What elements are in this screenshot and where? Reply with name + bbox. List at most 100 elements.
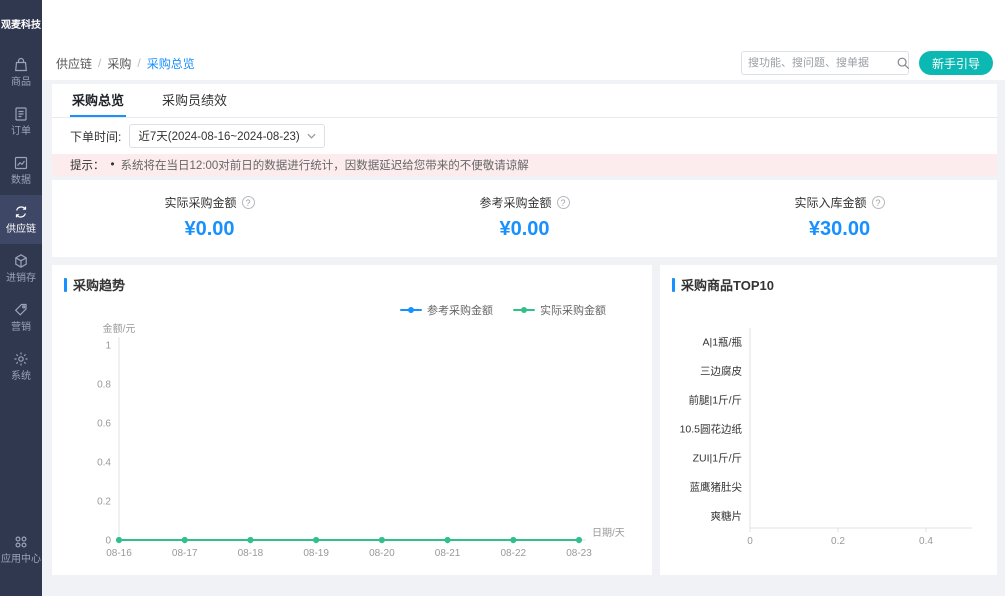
svg-text:0.4: 0.4	[97, 458, 111, 469]
sidebar-item-inventory[interactable]: 进销存	[0, 244, 42, 293]
title-accent-bar	[672, 278, 675, 292]
top10-panel: 采购商品TOP10 A|1瓶/瓶三边腐皮前腿|1斤/斤 10.5圆花边纸 ZUI|1…	[660, 265, 997, 575]
help-icon[interactable]: ?	[872, 196, 885, 209]
data-icon	[12, 154, 30, 172]
sidebar-item-label: 数据	[11, 175, 31, 186]
sidebar-item-system[interactable]: 系统	[0, 342, 42, 391]
orders-icon	[12, 105, 30, 123]
legend-marker-icon	[400, 306, 422, 314]
stat-actual-inbound: 实际入库金额? ¥30.00	[682, 194, 997, 241]
svg-text:0.4: 0.4	[919, 536, 933, 547]
sidebar-item-label: 系统	[11, 371, 31, 382]
top10-bar-chart: A|1瓶/瓶三边腐皮前腿|1斤/斤 10.5圆花边纸 ZUI|1斤/斤蓝鹰猪肚尖爽糖…	[672, 302, 985, 550]
stat-reference-purchase: 参考采购金额? ¥0.00	[367, 194, 682, 241]
svg-text:0.8: 0.8	[97, 380, 111, 391]
sidebar-item-label: 进销存	[6, 273, 36, 284]
svg-text:08-21: 08-21	[435, 548, 461, 559]
svg-text:0: 0	[747, 536, 753, 547]
help-icon[interactable]: ?	[557, 196, 570, 209]
stat-value: ¥30.00	[682, 218, 997, 241]
svg-text:日期/天: 日期/天	[592, 527, 625, 539]
sidebar-item-supply-chain[interactable]: 供应链	[0, 195, 42, 244]
panel-title-top10: 采购商品TOP10	[672, 275, 985, 294]
sidebar-item-label: 商品	[11, 77, 31, 88]
system-icon	[12, 350, 30, 368]
svg-text:前腿|1斤/斤: 前腿|1斤/斤	[689, 394, 742, 407]
app-center-icon	[12, 533, 30, 551]
purchase-trend-chart: 金额/元00.20.40.60.8108-1608-1708-1808-1908…	[64, 322, 640, 570]
stat-label: 参考采购金额	[479, 194, 551, 211]
search-input[interactable]	[742, 57, 896, 69]
svg-text:A|1瓶/瓶: A|1瓶/瓶	[703, 336, 743, 349]
stat-value: ¥0.00	[52, 218, 367, 241]
breadcrumb-separator: /	[98, 56, 101, 70]
sidebar-item-label: 营销	[11, 322, 31, 333]
svg-text:金额/元: 金额/元	[103, 322, 136, 335]
stats-row: 实际采购金额? ¥0.00 参考采购金额? ¥0.00 实际入库金额? ¥30.…	[52, 180, 997, 257]
tab-purchase-overview[interactable]: 采购总览	[70, 84, 126, 117]
svg-text:0: 0	[105, 536, 111, 547]
sidebar-item-label: 订单	[11, 126, 31, 137]
svg-text:08-23: 08-23	[566, 548, 592, 559]
svg-text:蓝鹰猪肚尖: 蓝鹰猪肚尖	[690, 481, 743, 494]
app-logo: 观麦科技	[1, 20, 41, 32]
svg-text:0.2: 0.2	[97, 497, 111, 508]
tab-buyer-performance[interactable]: 采购员绩效	[160, 84, 229, 117]
svg-text:三边腐皮: 三边腐皮	[700, 365, 742, 378]
purchase-trend-panel: 采购趋势 参考采购金额 实际采购金额 金额/元 0 0.2 0.4 0.6 0.8 1 08-…	[52, 265, 652, 575]
breadcrumb-current: 采购总览	[147, 55, 195, 72]
sidebar-item-app-center[interactable]: 应用中心	[0, 525, 42, 574]
chart-legend: 参考采购金额 实际采购金额	[64, 302, 606, 318]
stat-actual-purchase: 实际采购金额? ¥0.00	[52, 194, 367, 241]
breadcrumb-separator: /	[137, 56, 140, 70]
sidebar-item-marketing[interactable]: 营销	[0, 293, 42, 342]
search-box	[741, 51, 909, 75]
svg-text:10.5圆花边纸: 10.5圆花边纸	[680, 423, 743, 436]
svg-text:爽糖片: 爽糖片	[711, 510, 743, 523]
notice-label: 提示：	[70, 157, 105, 173]
svg-text:08-22: 08-22	[500, 548, 526, 559]
order-time-select[interactable]: 近7天(2024-08-16~2024-08-23)	[129, 124, 324, 148]
topbar: 供应链 / 采购 / 采购总览 新手引导	[42, 46, 1005, 80]
breadcrumb-supply-chain[interactable]: 供应链	[56, 55, 92, 72]
inventory-icon	[12, 252, 30, 270]
supply-chain-icon	[12, 203, 30, 221]
sidebar-item-label: 供应链	[6, 224, 36, 235]
sidebar-item-goods[interactable]: 商品	[0, 48, 42, 97]
marketing-icon	[12, 301, 30, 319]
svg-text:0.2: 0.2	[831, 536, 845, 547]
legend-item-actual[interactable]: 实际采购金额	[513, 302, 606, 318]
svg-text:08-16: 08-16	[106, 548, 132, 559]
content-area: 采购总览 采购员绩效 下单时间: 近7天(2024-08-16~2024-08-…	[42, 80, 1005, 596]
sidebar: 观麦科技 商品 订单 数据 供应链 进销存	[0, 0, 42, 596]
breadcrumb-purchase[interactable]: 采购	[107, 55, 131, 72]
legend-label: 参考采购金额	[427, 302, 493, 318]
svg-text:0.6: 0.6	[97, 419, 111, 430]
search-icon[interactable]	[896, 56, 910, 70]
chevron-down-icon	[307, 133, 316, 139]
svg-text:ZUI|1斤/斤: ZUI|1斤/斤	[693, 453, 742, 465]
notice-banner: 提示： • 系统将在当日12:00对前日的数据进行统计，因数据延迟给您带来的不便…	[52, 154, 997, 176]
guide-button[interactable]: 新手引导	[919, 51, 993, 75]
top-whitespace	[42, 0, 1005, 46]
app-window: 观麦科技 商品 订单 数据 供应链 进销存	[0, 0, 1005, 596]
title-accent-bar	[64, 278, 67, 292]
legend-item-reference[interactable]: 参考采购金额	[400, 302, 493, 318]
legend-marker-icon	[513, 306, 535, 314]
notice-text: 系统将在当日12:00对前日的数据进行统计，因数据延迟给您带来的不便敬请谅解	[121, 157, 529, 173]
goods-icon	[12, 56, 30, 74]
svg-text:08-18: 08-18	[238, 548, 264, 559]
stat-label: 实际入库金额	[794, 194, 866, 211]
help-icon[interactable]: ?	[242, 196, 255, 209]
sidebar-item-orders[interactable]: 订单	[0, 97, 42, 146]
order-time-value: 近7天(2024-08-16~2024-08-23)	[138, 128, 299, 144]
sidebar-item-data[interactable]: 数据	[0, 146, 42, 195]
svg-text:08-17: 08-17	[172, 548, 198, 559]
stat-label: 实际采购金额	[164, 194, 236, 211]
sidebar-item-label: 应用中心	[1, 554, 41, 565]
tab-bar: 采购总览 采购员绩效	[52, 84, 997, 118]
panel-title-trend: 采购趋势	[64, 275, 640, 294]
svg-text:1: 1	[105, 341, 111, 352]
svg-text:08-20: 08-20	[369, 548, 395, 559]
sidebar-nav: 商品 订单 数据 供应链 进销存 营销	[0, 48, 42, 391]
